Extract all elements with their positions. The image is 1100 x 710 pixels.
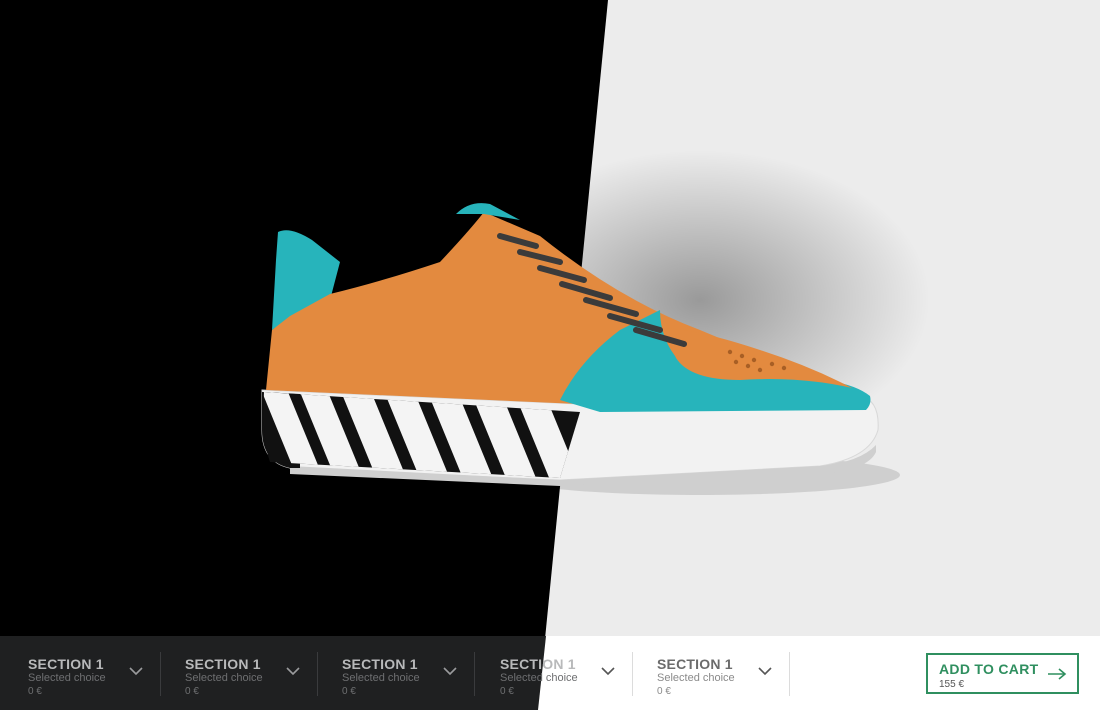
chevron-down-icon (758, 667, 772, 676)
section-selector-2[interactable]: SECTION 1 Selected choice 0 € (161, 652, 318, 697)
section-title: SECTION 1 (185, 656, 261, 672)
section-divider (789, 652, 790, 696)
section-price: 0 € (657, 686, 671, 697)
section-title: SECTION 1 (342, 656, 418, 672)
section-price: 0 € (185, 686, 199, 697)
configurator-bar: SECTION 1 Selected choice 0 € SECTION 1 … (0, 636, 1100, 710)
section-selector-4[interactable]: SECTION 1 Selected choice 0 € (476, 652, 633, 697)
arrow-right-icon (1048, 668, 1067, 680)
section-selector-3[interactable]: SECTION 1 Selected choice 0 € (318, 652, 475, 697)
section-price: 0 € (28, 686, 42, 697)
section-choice: Selected choice (185, 672, 263, 684)
section-title: SECTION 1 (500, 656, 576, 672)
section-price: 0 € (500, 686, 514, 697)
section-choice: Selected choice (657, 672, 735, 684)
section-title: SECTION 1 (657, 656, 733, 672)
section-title: SECTION 1 (28, 656, 104, 672)
section-selector-1[interactable]: SECTION 1 Selected choice 0 € (4, 652, 161, 697)
section-choice: Selected choice (500, 672, 578, 684)
chevron-down-icon (601, 667, 615, 676)
chevron-down-icon (286, 667, 300, 676)
chevron-down-icon (129, 667, 143, 676)
add-to-cart-label: ADD TO CART (939, 661, 1039, 677)
section-selector-5[interactable]: SECTION 1 Selected choice 0 € (633, 652, 790, 697)
section-choice: Selected choice (342, 672, 420, 684)
add-to-cart-button[interactable]: ADD TO CART 155 € (926, 653, 1079, 694)
cart-total: 155 € (939, 679, 965, 690)
product-stage (0, 0, 1100, 636)
section-price: 0 € (342, 686, 356, 697)
section-choice: Selected choice (28, 672, 106, 684)
section-divider (474, 652, 475, 696)
chevron-down-icon (443, 667, 457, 676)
sneaker-image (261, 150, 930, 495)
